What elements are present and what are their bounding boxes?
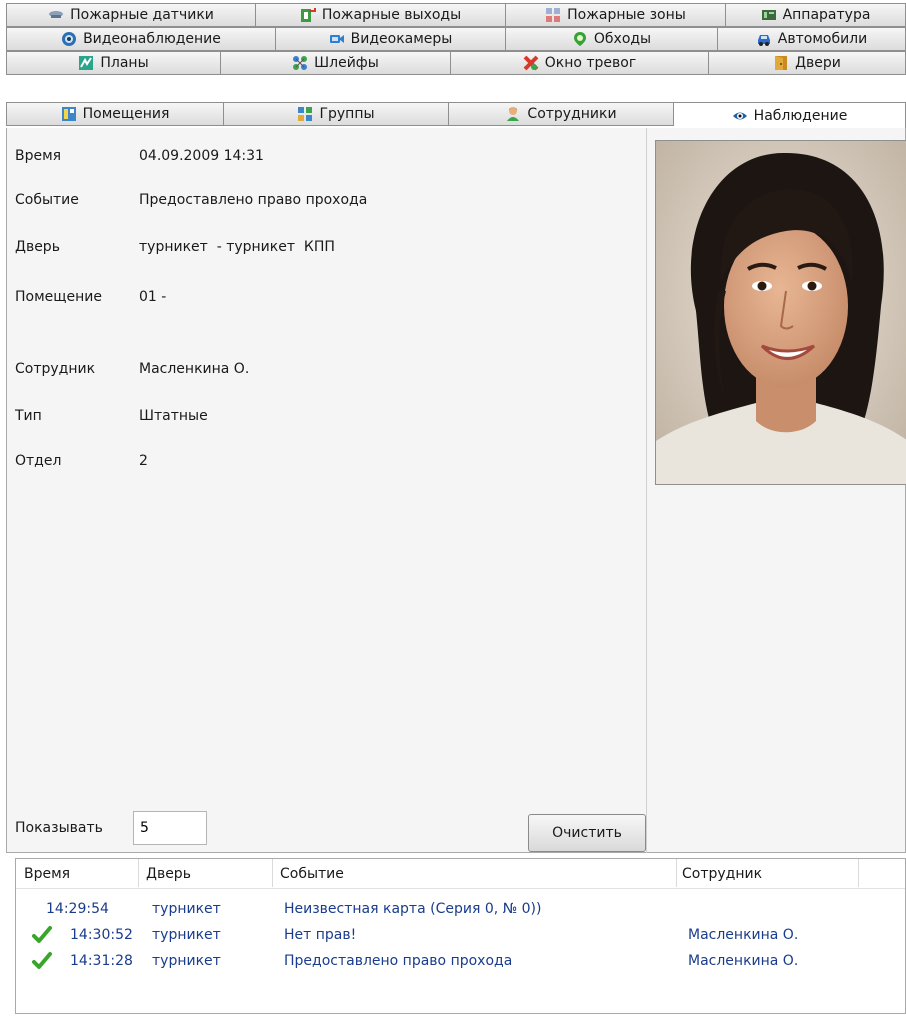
observation-panel: Время 04.09.2009 14:31 Событие Предостав… <box>6 128 906 853</box>
type-label: Тип <box>15 408 42 424</box>
events-table: Время Дверь Событие Сотрудник 14:29:54 т… <box>15 858 906 1014</box>
door-label: Дверь <box>15 239 60 255</box>
tab-label: Обходы <box>593 31 652 47</box>
show-count-label: Показывать <box>15 820 103 836</box>
tab-plans[interactable]: Планы <box>6 51 221 75</box>
tab-label: Пожарные датчики <box>70 7 214 23</box>
row-employee: Масленкина О. <box>688 953 799 969</box>
row-door: турникет <box>152 901 221 917</box>
column-separator[interactable] <box>858 859 859 887</box>
tab-alarm-window[interactable]: Окно тревог <box>451 51 709 75</box>
column-header-door[interactable]: Дверь <box>146 866 191 882</box>
tab-label: Двери <box>795 55 841 71</box>
smoke-detector-icon <box>49 11 64 18</box>
table-row[interactable]: 14:31:28 турникет Предоставлено право пр… <box>16 949 905 975</box>
video-surveillance-icon <box>62 32 77 46</box>
row-event: Предоставлено право прохода <box>284 953 513 969</box>
row-employee: Масленкина О. <box>688 927 799 943</box>
tab-label: Шлейфы <box>314 55 379 71</box>
employee-photo <box>655 140 906 485</box>
column-separator[interactable] <box>676 859 677 887</box>
tab-observation[interactable]: Наблюдение <box>674 102 906 129</box>
column-separator[interactable] <box>138 859 139 887</box>
hardware-icon <box>761 10 776 20</box>
employee-label: Сотрудник <box>15 361 96 377</box>
tab-employees[interactable]: Сотрудники <box>449 102 674 126</box>
tab-label: Сотрудники <box>527 106 617 122</box>
alarm-window-icon <box>523 55 539 71</box>
groups-icon <box>298 107 313 121</box>
tab-label: Группы <box>319 106 375 122</box>
tab-hardware[interactable]: Аппаратура <box>726 3 906 27</box>
department-value: 2 <box>139 453 148 469</box>
tab-label: Видеонаблюдение <box>83 31 221 47</box>
tab-row-3: Планы Шлейфы Окно тревог Двери <box>6 51 906 75</box>
tab-label: Видеокамеры <box>350 31 453 47</box>
loops-icon <box>293 56 308 70</box>
event-label: Событие <box>15 192 79 208</box>
type-value: Штатные <box>139 408 208 424</box>
tab-fire-detectors[interactable]: Пожарные датчики <box>6 3 256 27</box>
tab-patrols[interactable]: Обходы <box>506 27 718 51</box>
table-row[interactable]: 14:29:54 турникет Неизвестная карта (Сер… <box>16 897 905 923</box>
patrol-icon <box>573 32 586 46</box>
row-time: 14:30:52 <box>70 927 133 943</box>
column-header-time[interactable]: Время <box>24 866 70 882</box>
tab-row-4: Помещения Группы Сотрудники Наблюдение <box>6 102 906 129</box>
clear-button[interactable]: Очистить <box>528 814 646 852</box>
time-label: Время <box>15 148 62 164</box>
tab-label: Окно тревог <box>544 55 637 71</box>
show-count-input[interactable] <box>133 811 207 845</box>
tab-rooms[interactable]: Помещения <box>6 102 224 126</box>
plans-icon <box>79 56 94 70</box>
tab-label: Наблюдение <box>753 107 848 124</box>
tab-label: Автомобили <box>777 31 868 47</box>
rooms-icon <box>61 107 76 121</box>
tab-label: Помещения <box>82 106 170 122</box>
column-separator[interactable] <box>272 859 273 887</box>
row-event: Неизвестная карта (Серия 0, № 0)) <box>284 901 542 917</box>
room-value: 01 - <box>139 289 167 305</box>
tab-video-cameras[interactable]: Видеокамеры <box>276 27 506 51</box>
event-value: Предоставлено право прохода <box>139 192 368 208</box>
event-details: Время 04.09.2009 14:31 Событие Предостав… <box>7 128 647 853</box>
row-door: турникет <box>152 927 221 943</box>
employees-icon <box>507 107 520 121</box>
fire-exit-icon <box>300 8 316 22</box>
employee-portrait-image <box>656 141 906 484</box>
tab-row-2: Видеонаблюдение Видеокамеры Обходы Автом… <box>6 27 906 51</box>
video-camera-icon <box>329 35 344 43</box>
tab-label: Пожарные выходы <box>321 7 462 23</box>
door-value: турникет - турникет КПП <box>139 239 335 255</box>
eye-icon <box>732 112 747 119</box>
tab-video-surveillance[interactable]: Видеонаблюдение <box>6 27 276 51</box>
row-time: 14:31:28 <box>70 953 133 969</box>
table-row[interactable]: 14:30:52 турникет Нет прав! Масленкина О… <box>16 923 905 949</box>
check-mark-icon <box>32 926 52 943</box>
tab-fire-exits[interactable]: Пожарные выходы <box>256 3 506 27</box>
department-label: Отдел <box>15 453 62 469</box>
tab-fire-zones[interactable]: Пожарные зоны <box>506 3 726 27</box>
tab-loops[interactable]: Шлейфы <box>221 51 451 75</box>
check-mark-icon <box>32 952 52 969</box>
events-table-header: Время Дверь Событие Сотрудник <box>16 859 905 889</box>
room-label: Помещение <box>15 289 102 305</box>
employee-value: Масленкина О. <box>139 361 250 377</box>
tab-label: Планы <box>100 55 149 71</box>
door-icon <box>775 56 788 70</box>
tab-label: Пожарные зоны <box>567 7 686 23</box>
tab-row-1: Пожарные датчики Пожарные выходы Пожарны… <box>6 3 906 27</box>
fire-zone-icon <box>546 8 561 22</box>
column-header-employee[interactable]: Сотрудник <box>682 866 762 882</box>
tab-label: Аппаратура <box>782 7 871 23</box>
tab-cars[interactable]: Автомобили <box>718 27 906 51</box>
row-door: турникет <box>152 953 221 969</box>
time-value: 04.09.2009 14:31 <box>139 148 264 164</box>
row-time: 14:29:54 <box>46 901 109 917</box>
car-icon <box>757 35 770 46</box>
tab-groups[interactable]: Группы <box>224 102 449 126</box>
row-event: Нет прав! <box>284 927 357 943</box>
tab-doors[interactable]: Двери <box>709 51 906 75</box>
column-header-event[interactable]: Событие <box>280 866 344 882</box>
